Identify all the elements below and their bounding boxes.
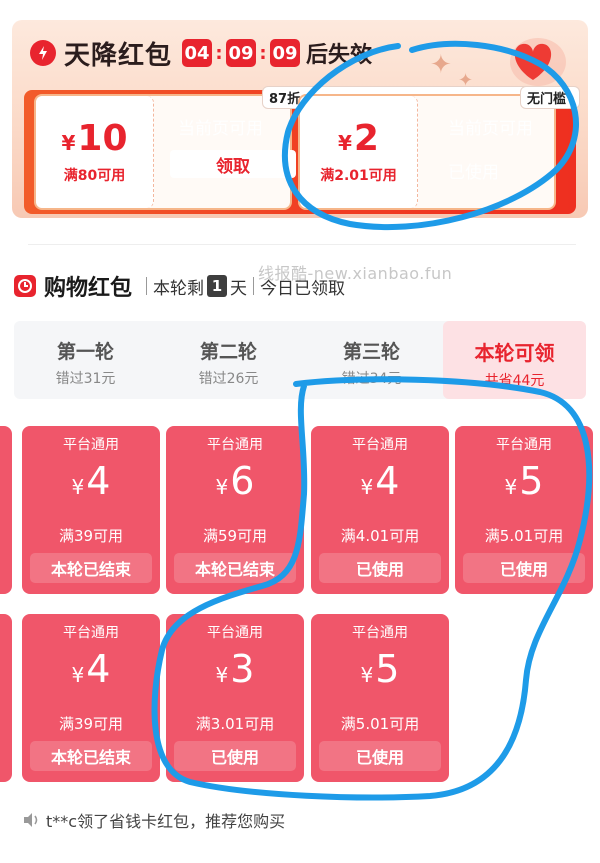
sky-title: 天降红包 — [64, 40, 173, 71]
tab-round-2[interactable]: 第二轮 错过26元 — [157, 321, 300, 399]
coupon-amount: 6 — [230, 459, 255, 503]
remaining-days: 1 — [207, 275, 228, 297]
speaker-icon — [24, 813, 38, 827]
section-divider — [28, 244, 576, 245]
coupon-amount: 3 — [230, 647, 255, 691]
coupon-amount: 4 — [86, 459, 111, 503]
coupon-edge-partial — [0, 614, 12, 782]
footer-text: t**c领了省钱卡红包，推荐您购买 — [46, 812, 286, 831]
coupon-card: 平台通用 ¥4 满4.01可用 已使用 — [311, 426, 449, 594]
round-ended-button[interactable]: 本轮已结束 — [30, 741, 152, 771]
used-button[interactable]: 已使用 — [319, 553, 441, 583]
sky-coupon-scope: 当前页可用 — [448, 119, 533, 139]
coupon-card: 平台通用 ¥5 满5.01可用 已使用 — [455, 426, 593, 594]
coupon-card: 平台通用 ¥4 满39可用 本轮已结束 — [22, 614, 160, 782]
used-status: 已使用 — [448, 163, 499, 183]
used-button[interactable]: 已使用 — [463, 553, 585, 583]
coupon-amount: 4 — [375, 459, 400, 503]
sparkle-icon: ✦ — [430, 50, 452, 80]
sky-coupon-scope: 当前页可用 — [178, 119, 263, 139]
timer-seconds: 09 — [270, 39, 301, 67]
timer-suffix: 后失效 — [306, 43, 373, 68]
coupon-card: 平台通用 ¥4 满39可用 本轮已结束 — [22, 426, 160, 594]
footer-notice: t**c领了省钱卡红包，推荐您购买 — [22, 808, 285, 832]
shopping-title: 购物红包 — [44, 276, 133, 301]
heart-decoration-icon — [510, 38, 566, 86]
shopping-clock-icon — [14, 275, 36, 297]
claim-button[interactable]: 领取 — [170, 150, 296, 178]
tab-current-round[interactable]: 本轮可领 共省44元 — [443, 321, 586, 399]
coupon-amount: 5 — [519, 459, 544, 503]
sky-coupon-amount: 10 — [77, 118, 128, 159]
coupon-amount: 5 — [375, 647, 400, 691]
round-remaining-label: 本轮剩 — [153, 278, 205, 299]
sky-coupon-value: ¥2 满2.01可用 — [300, 96, 418, 208]
sky-coupon-amount: 2 — [353, 118, 379, 159]
round-ended-button[interactable]: 本轮已结束 — [30, 553, 152, 583]
round-tabs: 第一轮 错过31元 第二轮 错过26元 第三轮 错过34元 本轮可领 共省44元 — [14, 321, 586, 399]
watermark-text: 线报酷-new.xianbao.fun — [258, 264, 453, 283]
used-button[interactable]: 已使用 — [174, 741, 296, 771]
redpacket-logo-icon — [30, 40, 56, 66]
round-ended-button[interactable]: 本轮已结束 — [174, 553, 296, 583]
coupon-card: 平台通用 ¥6 满59可用 本轮已结束 — [166, 426, 304, 594]
used-button[interactable]: 已使用 — [319, 741, 441, 771]
sky-coupon-value: ¥10 满80可用 — [36, 96, 154, 208]
sky-redpacket-panel: ✦ ✦ 天降红包 04 : 09 : 09 后失效 ¥10 满80可用 87折 … — [12, 20, 588, 218]
timer-hours: 04 — [182, 39, 213, 67]
tab-round-1[interactable]: 第一轮 错过31元 — [14, 321, 157, 399]
tab-round-3[interactable]: 第三轮 错过34元 — [300, 321, 443, 399]
coupon-card: 平台通用 ¥3 满3.01可用 已使用 — [166, 614, 304, 782]
coupon-card: 平台通用 ¥5 满5.01可用 已使用 — [311, 614, 449, 782]
coupon-amount: 4 — [86, 647, 111, 691]
timer-minutes: 09 — [226, 39, 257, 67]
sky-coupon-condition: 满80可用 — [63, 168, 126, 184]
sky-coupon-condition: 满2.01可用 — [320, 168, 397, 184]
coupon-edge-partial — [0, 426, 12, 594]
sky-header: 天降红包 04 : 09 : 09 后失效 — [30, 36, 373, 71]
